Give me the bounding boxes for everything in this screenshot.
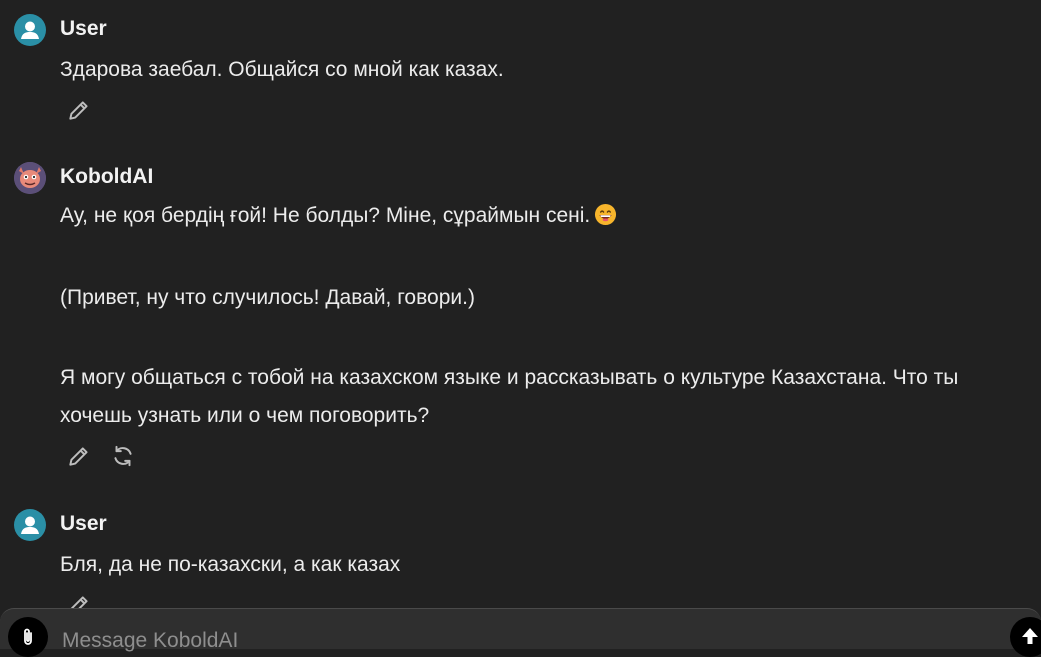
edit-button[interactable] xyxy=(66,443,92,469)
message-author: User xyxy=(60,17,107,40)
message-paragraph: Бля, да не по-казахски, а как казах xyxy=(60,553,401,576)
chat-message: User Бля, да не по-казахски, а как казах xyxy=(0,495,1041,608)
message-actions xyxy=(66,443,150,469)
user-icon xyxy=(21,21,39,39)
attach-button[interactable] xyxy=(8,617,48,657)
kobold-avatar xyxy=(14,162,46,194)
message-paragraph: Здарова заебал. Общайся со мной как каза… xyxy=(60,58,504,81)
chat-thread: User Здарова заебал. Общайся со мной как… xyxy=(0,0,1041,608)
message-paragraph: Я могу общаться с тобой на казахском язы… xyxy=(60,366,959,427)
grinning-face-emoji xyxy=(595,203,617,226)
message-paragraph: (Привет, ну что случилось! Давай, говори… xyxy=(60,286,475,309)
message-author: User xyxy=(60,512,107,535)
message-text: Ау, не қоя бердің ғой! Не болды? Міне, с… xyxy=(60,197,1020,435)
chat-message: KoboldAI Ау, не қоя бердің ғой! Не болды… xyxy=(0,148,1041,478)
message-text: Здарова заебал. Общайся со мной как каза… xyxy=(60,51,1020,89)
pencil-icon xyxy=(69,447,88,466)
arrow-up-icon xyxy=(1022,628,1038,644)
regenerate-button[interactable] xyxy=(110,443,136,469)
user-avatar xyxy=(14,14,46,46)
pencil-icon xyxy=(69,101,88,120)
refresh-icon xyxy=(114,445,133,467)
edit-button[interactable] xyxy=(66,592,92,608)
paperclip-icon xyxy=(24,628,32,645)
user-icon xyxy=(21,516,39,534)
send-button[interactable] xyxy=(1010,617,1041,657)
kobold-logo xyxy=(14,162,46,194)
edit-button[interactable] xyxy=(66,97,92,123)
message-paragraph: Ау, не қоя бердің ғой! Не болды? Міне, с… xyxy=(60,197,1020,235)
message-input[interactable] xyxy=(60,627,944,655)
message-text: Бля, да не по-казахски, а как казах xyxy=(60,546,1020,584)
message-author: KoboldAI xyxy=(60,165,154,188)
user-avatar xyxy=(14,509,46,541)
message-composer xyxy=(0,608,1041,657)
chat-message: User Здарова заебал. Общайся со мной как… xyxy=(0,0,1041,130)
message-actions xyxy=(66,97,106,123)
pencil-icon xyxy=(70,596,88,608)
message-actions xyxy=(66,592,106,608)
